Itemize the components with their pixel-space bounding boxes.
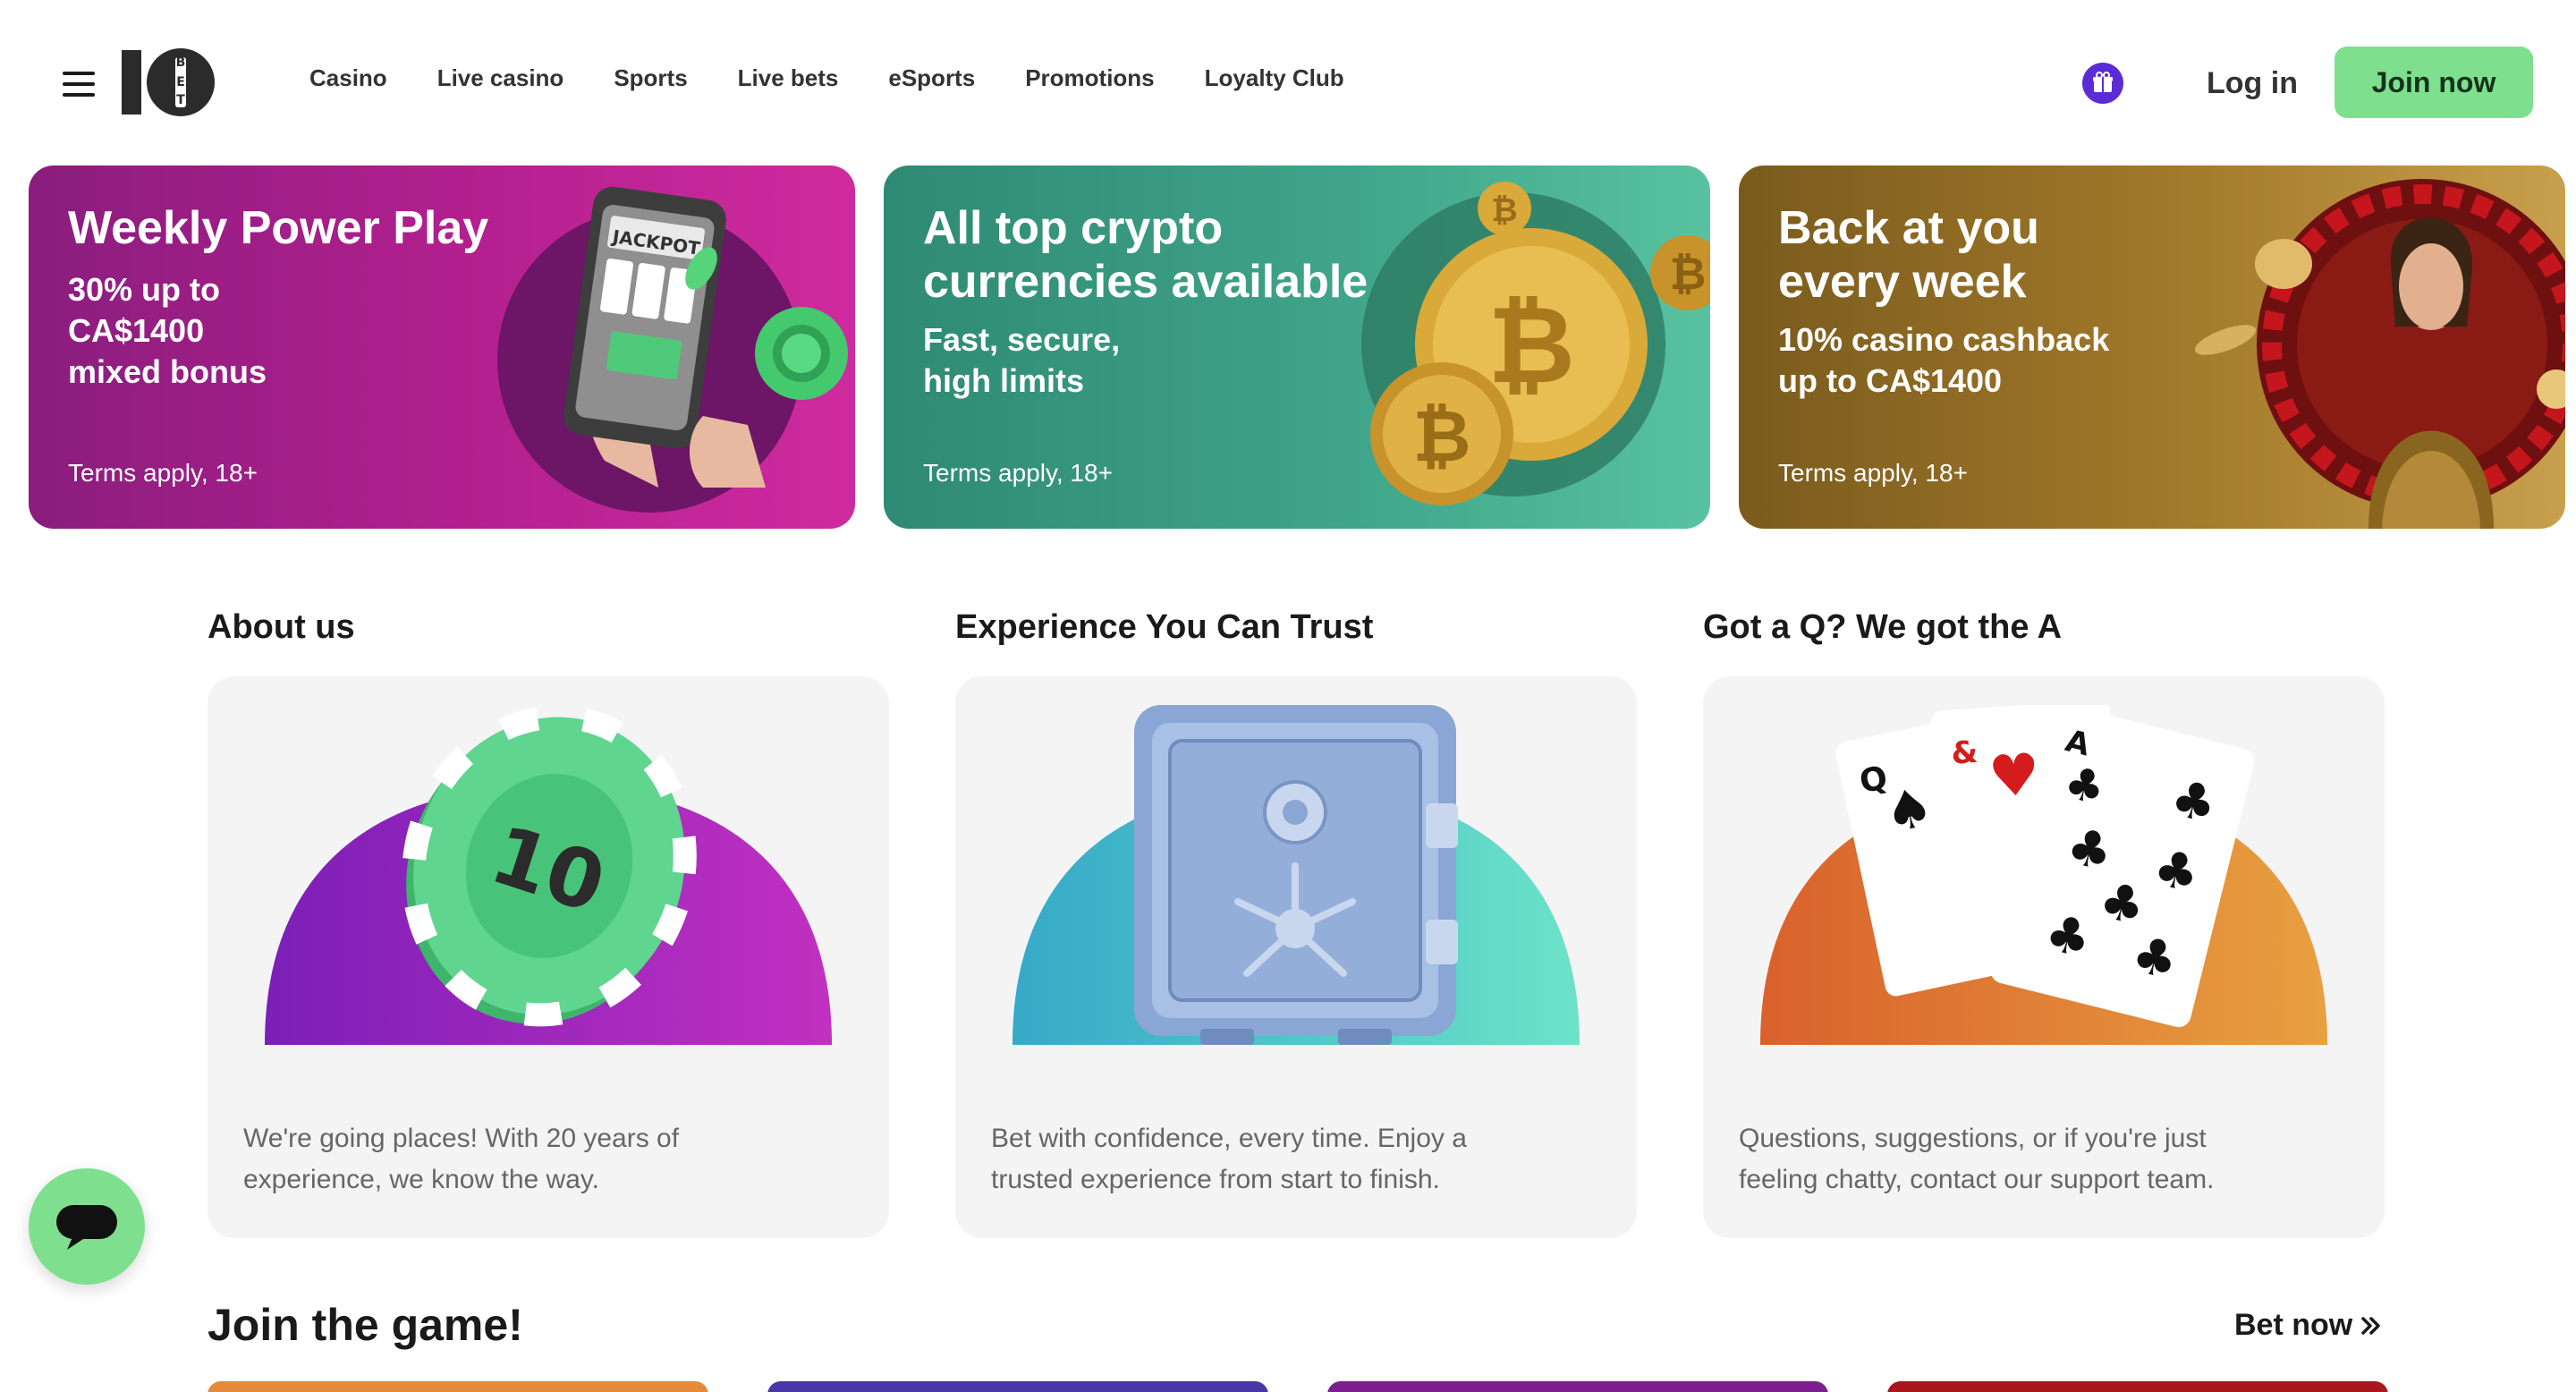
svg-text:T: T [176,93,185,107]
trust-description: Bet with confidence, every time. Enjoy a… [991,1124,1467,1194]
nav-item-promotions[interactable]: Promotions [1025,64,1154,92]
double-chevron-right-icon [2361,1316,2380,1335]
banner-title: Back at you every week [1778,202,2039,308]
playing-cards-illustration: Q ♠ & ♥ A ♣ ♣ ♣ ♣ ♣ ♣ ♣ [1760,705,2327,1045]
promo-banner-weekly-power-play[interactable]: Weekly Power Play 30% up to CA$1400 mixe… [29,166,855,529]
svg-text:B: B [176,55,186,70]
game-tile[interactable] [208,1381,708,1392]
brand-logo[interactable]: B E T [122,47,216,118]
banner-subtitle: 30% up to CA$1400 mixed bonus [68,271,267,390]
trust-heading: Experience You Can Trust [955,608,1374,646]
game-tile[interactable] [1887,1381,2388,1392]
banner-title: Weekly Power Play [68,202,489,254]
page: B E T Casino Live casino Sports Live bet… [0,0,2576,1392]
about-us-description: We're going places! With 20 years of exp… [243,1124,680,1194]
bet-now-link[interactable]: Bet now [2234,1308,2383,1343]
faq-card[interactable]: Q ♠ & ♥ A ♣ ♣ ♣ ♣ ♣ ♣ ♣ Questions, sugge… [1703,676,2385,1238]
login-button[interactable]: Log in [2190,52,2315,115]
svg-text:₿: ₿ [1670,248,1707,300]
phone-slot-machine-art: JACKPOT [497,186,848,513]
trust-card[interactable]: Bet with confidence, every time. Enjoy a… [955,676,1637,1238]
nav-item-esports[interactable]: eSports [888,64,975,92]
banner-subtitle: 10% casino cashback up to CA$1400 [1778,321,2110,399]
nav-item-sports[interactable]: Sports [614,64,687,92]
faq-description: Questions, suggestions, or if you're jus… [1739,1124,2215,1194]
hamburger-menu-icon[interactable] [63,72,95,97]
nav-item-loyalty-club[interactable]: Loyalty Club [1205,64,1344,92]
banner-subtitle: Fast, secure, high limits [923,321,1121,399]
banner-title: All top crypto currencies available [923,202,1368,308]
site-header: B E T Casino Live casino Sports Live bet… [0,0,2576,165]
gift-icon[interactable] [2082,63,2123,104]
about-us-card[interactable]: 10 We're going places! With 20 years of … [208,676,889,1238]
promo-banner-cashback[interactable]: Back at you every week 10% casino cashba… [1739,166,2565,529]
svg-text:E: E [176,75,185,89]
banner-terms: Terms apply, 18+ [68,459,258,487]
faq-heading: Got a Q? We got the A [1703,608,2063,646]
bet-now-label: Bet now [2234,1308,2353,1342]
svg-text:₿: ₿ [1412,395,1470,478]
main-nav: Casino Live casino Sports Live bets eSpo… [309,64,1394,92]
casino-chip-illustration: 10 [265,705,832,1045]
game-tile[interactable] [1327,1381,1828,1392]
nav-item-live-casino[interactable]: Live casino [437,64,564,92]
banner-terms: Terms apply, 18+ [923,459,1113,487]
about-us-heading: About us [208,608,355,646]
banner-terms: Terms apply, 18+ [1778,459,1968,487]
roulette-dealer-art [2194,179,2565,529]
promo-banner-crypto[interactable]: All top crypto currencies available Fast… [884,166,1710,529]
join-the-game-heading: Join the game! [208,1300,523,1350]
join-now-button[interactable]: Join now [2334,47,2533,118]
nav-item-casino[interactable]: Casino [309,64,387,92]
chat-bubble-icon[interactable] [29,1168,145,1285]
bitcoin-coins-art: ₿ ₿ ₿ ₿ [1361,182,1710,505]
svg-text:₿: ₿ [1491,192,1517,229]
svg-text:₿: ₿ [1487,284,1575,408]
nav-item-live-bets[interactable]: Live bets [738,64,839,92]
safe-vault-illustration [1013,705,1580,1045]
svg-text:&: & [1950,734,1979,772]
game-tile[interactable] [767,1381,1268,1392]
